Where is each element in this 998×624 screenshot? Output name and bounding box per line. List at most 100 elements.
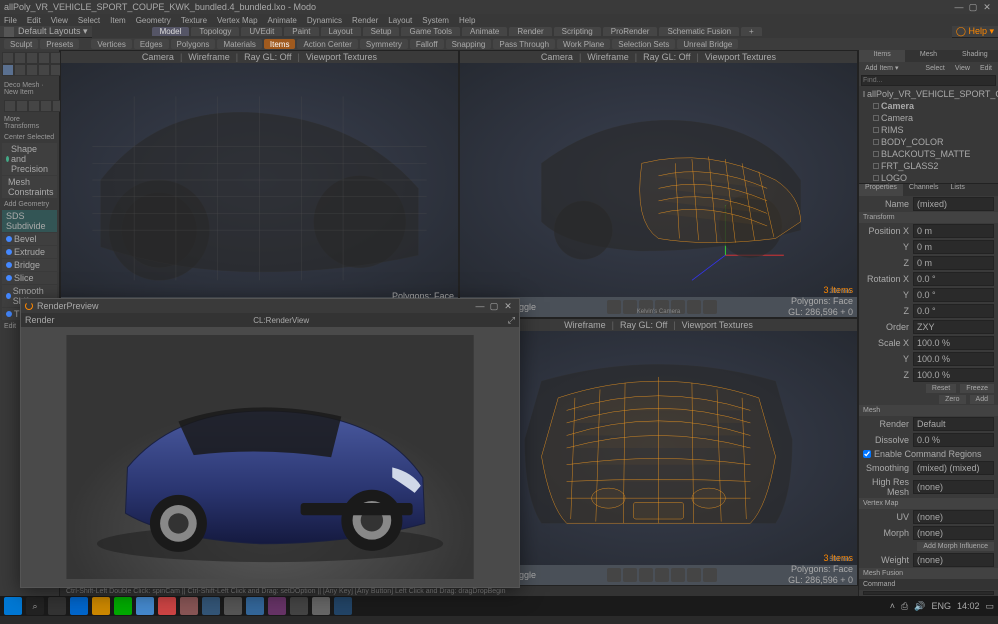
scene-select-btn[interactable]: Select: [921, 65, 948, 72]
menu-system[interactable]: System: [422, 16, 449, 25]
tool-icon[interactable]: [2, 64, 14, 76]
scene-tree-item[interactable]: LOGO: [861, 172, 996, 183]
morph-field[interactable]: (none): [913, 526, 994, 540]
sculpt-button[interactable]: Sculpt: [4, 39, 38, 49]
tray-notifications-icon[interactable]: ▭: [985, 601, 994, 612]
unreal-bridge-button[interactable]: Unreal Bridge: [677, 39, 738, 49]
items-tab[interactable]: Items: [859, 50, 905, 62]
render-button[interactable]: Render: [25, 315, 55, 325]
add-geometry-label[interactable]: Add Geometry: [2, 199, 57, 210]
shading-tab[interactable]: Shading: [952, 50, 998, 62]
mesh-tab[interactable]: Mesh: [905, 50, 951, 62]
vp-tool-button[interactable]: [607, 300, 621, 314]
tab-uvedit[interactable]: UVEdit: [241, 27, 282, 36]
prop-value-field[interactable]: 100.0 %: [913, 352, 994, 366]
shape-precision-item[interactable]: Shape and Precision: [2, 143, 57, 175]
render-maximize-button[interactable]: ▢: [487, 299, 501, 313]
prop-value-field[interactable]: 0.0 °: [913, 288, 994, 302]
transform-tool-icon[interactable]: [16, 100, 28, 112]
bevel-item[interactable]: Bevel: [2, 233, 57, 245]
tray-network-icon[interactable]: ⎙: [901, 601, 908, 612]
sel-edges[interactable]: Edges: [134, 39, 169, 49]
add-morph-button[interactable]: Add Morph Influence: [917, 542, 994, 551]
viewport-canvas[interactable]: [61, 63, 458, 297]
tool-icon[interactable]: [26, 64, 38, 76]
visibility-toggle-icon[interactable]: [873, 103, 879, 109]
scene-tree-item[interactable]: Camera: [861, 100, 996, 112]
render-close-button[interactable]: ✕: [501, 299, 515, 313]
window-close-button[interactable]: ✕: [980, 0, 994, 14]
tool-icon[interactable]: [14, 52, 26, 64]
properties-tab[interactable]: Properties: [859, 184, 903, 196]
scene-tree-item[interactable]: BODY_COLOR: [861, 136, 996, 148]
taskbar-app-icon[interactable]: [334, 597, 352, 615]
vp-tool-button[interactable]: [687, 300, 701, 314]
reset-button[interactable]: Reset: [926, 384, 956, 393]
tab-game-tools[interactable]: Game Tools: [401, 27, 460, 36]
start-button[interactable]: [4, 597, 22, 615]
slice-item[interactable]: Slice: [2, 272, 57, 284]
prop-value-field[interactable]: 100.0 %: [913, 336, 994, 350]
zero-button[interactable]: Zero: [939, 395, 965, 404]
transform-tool-icon[interactable]: [4, 100, 16, 112]
mesh-section-header[interactable]: Mesh: [859, 405, 998, 416]
tray-time[interactable]: 14:02: [957, 601, 980, 611]
uv-field[interactable]: (none): [913, 510, 994, 524]
tab-setup[interactable]: Setup: [363, 27, 400, 36]
prop-value-field[interactable]: 0 m: [913, 256, 994, 270]
vp-tool-button[interactable]: [655, 568, 669, 582]
taskbar-app-icon[interactable]: [114, 597, 132, 615]
presets-button[interactable]: Presets: [40, 39, 79, 49]
vp-camera-label[interactable]: Camera: [142, 52, 174, 62]
mesh-constraints-item[interactable]: Mesh Constraints: [2, 176, 57, 198]
taskbar-app-icon[interactable]: [202, 597, 220, 615]
tab-layout[interactable]: Layout: [321, 27, 361, 36]
vp-raygl-label[interactable]: Ray GL: Off: [620, 320, 667, 330]
task-view-icon[interactable]: [48, 597, 66, 615]
menu-animate[interactable]: Animate: [268, 16, 297, 25]
channels-tab[interactable]: Channels: [903, 184, 945, 196]
viewport-top-left[interactable]: Camera| Wireframe| Ray GL: Off| Viewport…: [60, 50, 459, 318]
vp-tool-button[interactable]: [703, 300, 717, 314]
vertex-map-section-header[interactable]: Vertex Map: [859, 498, 998, 509]
prop-value-field[interactable]: 100.0 %: [913, 368, 994, 382]
taskbar-app-icon[interactable]: [312, 597, 330, 615]
search-icon[interactable]: ⌕: [26, 597, 44, 615]
menu-dynamics[interactable]: Dynamics: [307, 16, 342, 25]
command-section-header[interactable]: Command: [859, 579, 998, 590]
taskbar-app-icon[interactable]: [158, 597, 176, 615]
sel-materials[interactable]: Materials: [217, 39, 261, 49]
scene-view-btn[interactable]: View: [951, 65, 974, 72]
transform-tool-icon[interactable]: [40, 100, 52, 112]
prop-value-field[interactable]: ZXY: [913, 320, 994, 334]
prop-value-field[interactable]: 0.0 °: [913, 304, 994, 318]
snapping-button[interactable]: Snapping: [446, 39, 492, 49]
tray-volume-icon[interactable]: 🔊: [914, 601, 925, 612]
hires-mesh-field[interactable]: (none): [913, 480, 994, 494]
scene-edit-btn[interactable]: Edit: [976, 65, 996, 72]
tab-animate[interactable]: Animate: [462, 27, 507, 36]
vp-wireframe-label[interactable]: Wireframe: [587, 52, 629, 62]
tool-icon[interactable]: [2, 52, 14, 64]
visibility-toggle-icon[interactable]: [873, 115, 879, 121]
tool-icon[interactable]: [38, 52, 50, 64]
menu-view[interactable]: View: [51, 16, 68, 25]
vp-tool-button[interactable]: [687, 568, 701, 582]
menu-layout[interactable]: Layout: [388, 16, 412, 25]
enable-cmd-regions-checkbox[interactable]: Enable Command Regions: [863, 449, 982, 459]
viewport-canvas[interactable]: [460, 63, 857, 297]
tool-icon[interactable]: [26, 52, 38, 64]
visibility-toggle-icon[interactable]: [863, 91, 865, 97]
freeze-button[interactable]: Freeze: [960, 384, 994, 393]
menu-texture[interactable]: Texture: [181, 16, 207, 25]
vp-tool-button[interactable]: [671, 568, 685, 582]
add-button[interactable]: Add: [970, 395, 994, 404]
bridge-item[interactable]: Bridge: [2, 259, 57, 271]
menu-file[interactable]: File: [4, 16, 17, 25]
tray-chevron-icon[interactable]: ˄: [890, 601, 895, 611]
taskbar-app-icon[interactable]: [180, 597, 198, 615]
menu-edit[interactable]: Edit: [27, 16, 41, 25]
menu-select[interactable]: Select: [78, 16, 100, 25]
sel-items[interactable]: Items: [264, 39, 296, 49]
render-preview-window[interactable]: RenderPreview — ▢ ✕ Render CL:RenderView…: [20, 298, 520, 588]
